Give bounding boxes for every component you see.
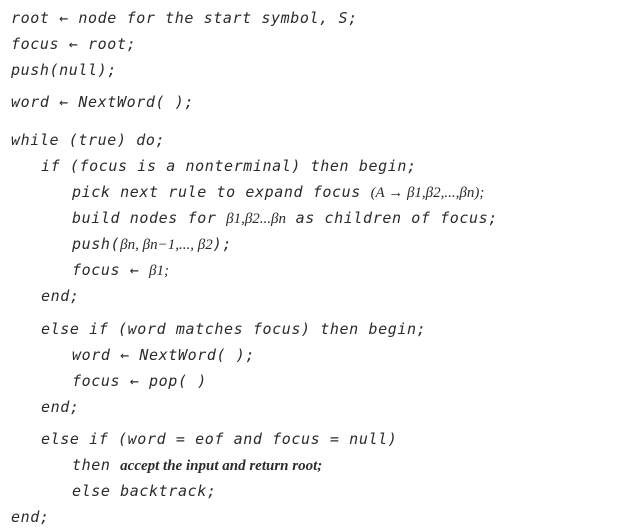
beta-sequence-reversed: βn, βn−1,..., β2: [120, 237, 213, 253]
code-line-focus-pop: focus ← pop( ): [72, 372, 207, 390]
code-text: focus ←: [72, 261, 150, 279]
code-text: pick next rule to expand focus: [72, 183, 371, 201]
beta-one: β1;: [149, 263, 170, 279]
code-line-while: while (true) do;: [11, 131, 166, 149]
code-line-else-backtrack: else backtrack;: [72, 482, 217, 500]
code-line-then-accept: then accept the input and return root;: [72, 456, 322, 475]
code-line-focus-root: focus ← root;: [11, 35, 137, 53]
code-line-push-betas: push(βn, βn−1,..., β2);: [72, 235, 232, 254]
code-line-root: root ← node for the start symbol, S;: [11, 9, 358, 27]
code-line-focus-beta1: focus ← β1;: [72, 261, 169, 280]
rule-expression: (A → β1,β2,...,βn);: [370, 185, 485, 201]
code-line-word-nextword: word ← NextWord( );: [11, 93, 194, 111]
code-text: build nodes for: [72, 209, 227, 227]
code-line-else-if-eof: else if (word = eof and focus = null): [41, 430, 398, 448]
code-line-push-null: push(null);: [11, 61, 117, 79]
code-line-word-nextword-2: word ← NextWord( );: [72, 346, 255, 364]
code-line-if-nonterminal: if (focus is a nonterminal) then begin;: [41, 157, 417, 175]
code-line-pick-rule: pick next rule to expand focus (A → β1,β…: [72, 183, 484, 202]
code-line-end-final: end;: [11, 508, 50, 526]
code-line-end-1: end;: [41, 287, 80, 305]
accept-text: accept the input and return root;: [120, 458, 323, 474]
code-line-build-nodes: build nodes for β1,β2...βn as children o…: [72, 209, 498, 228]
code-line-end-2: end;: [41, 398, 80, 416]
code-text: then: [72, 456, 121, 474]
code-text: );: [212, 235, 232, 253]
code-line-else-if-match: else if (word matches focus) then begin;: [41, 320, 427, 338]
pseudocode-block: root ← node for the start symbol, S; foc…: [0, 0, 617, 532]
code-text: push(: [72, 235, 121, 253]
beta-sequence: β1,β2...βn: [226, 211, 287, 227]
code-text: as children of focus;: [286, 209, 498, 227]
